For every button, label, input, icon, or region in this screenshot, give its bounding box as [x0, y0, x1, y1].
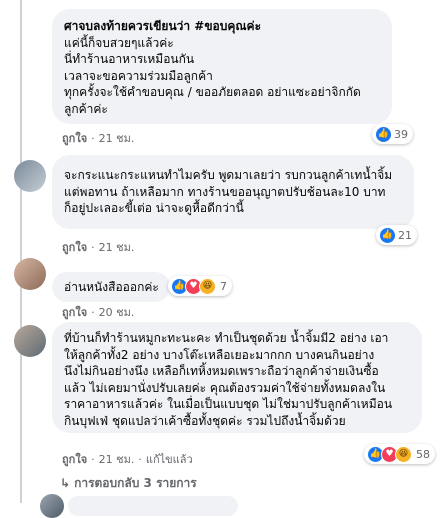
- comment-1-line-3: นี่ทำร้านอาหารเหมือนกัน: [64, 52, 195, 67]
- reaction-count: 21: [398, 228, 412, 242]
- comment-bubble-2: จะกระแนะกระแหนทำไมครับ พูดมาเลยว่า รบกวน…: [52, 155, 414, 229]
- comment-2-line-3: ก็อยู่ปะเลอะขี้เต่อ น่าจะดูหื้อดีกว่านี้: [64, 201, 244, 216]
- comment-4-line-1: ที่บ้านก็ทำร้านหมูกะทะนะคะ ทำเป็นชุดด้วย…: [64, 331, 389, 345]
- like-link[interactable]: ถูกใจ: [62, 453, 87, 466]
- comment-bubble-1: ศาจบลงท้ายควรเขียนว่า #ขอบคุณค่ะ แค่นี้ก…: [52, 9, 392, 124]
- comment-2-line-1: จะกระแนะกระแหนทำไมครับ พูดมาเลยว่า รบกวน…: [64, 168, 393, 182]
- like-reaction-icon: 👍: [379, 226, 396, 244]
- reaction-summary-1[interactable]: 👍 39: [372, 124, 413, 144]
- comment-time[interactable]: 20 ชม.: [99, 306, 135, 319]
- comment-4-line-5: ราคาอาหารแล้วค่ะ ในเมื่อเป็นแบบชุด ไม่ใช…: [64, 397, 393, 412]
- avatar[interactable]: [14, 258, 46, 290]
- comment-4-line-4: แล้ว ไม่เคยมานั่งปรับเลยค่ะ คุณต้องรวมค่…: [64, 380, 386, 395]
- haha-reaction-icon: 😆: [395, 445, 412, 463]
- avatar[interactable]: [40, 494, 64, 518]
- replies-label: การตอบกลับ 3 รายการ: [74, 476, 197, 490]
- reaction-count: 7: [220, 279, 227, 293]
- comment-time[interactable]: 21 ชม.: [99, 453, 135, 466]
- thread-line: [20, 0, 22, 503]
- view-replies-link[interactable]: ↳ การตอบกลับ 3 รายการ: [60, 474, 197, 493]
- reply-arrow-icon: ↳: [60, 476, 71, 490]
- like-link[interactable]: ถูกใจ: [62, 241, 87, 254]
- comment-3-line-1: อ่านหนังสือออกค่ะ: [64, 280, 159, 294]
- haha-reaction-icon: 😆: [199, 277, 216, 295]
- comment-bubble-4: ที่บ้านก็ทำร้านหมูกะทะนะคะ ทำเป็นชุดด้วย…: [52, 322, 422, 433]
- like-reaction-icon: 👍: [375, 125, 392, 143]
- comment-2-line-2: แต่พอทาน ถ้าเหลือมาก ทางร้านขออนุญาตปรับ…: [64, 184, 386, 199]
- comment-4-line-3: นึงไม่กินอย่างนึง เหลือก็เทหิ้งหมดเพราะถ…: [64, 364, 379, 379]
- comment-bubble-3: อ่านหนังสือออกค่ะ: [52, 272, 170, 302]
- reaction-summary-3[interactable]: 👍 ♥ 😆 7: [168, 276, 232, 296]
- avatar[interactable]: [14, 325, 46, 357]
- comment-3-meta: ถูกใจ · 20 ชม.: [62, 306, 135, 319]
- comment-1-line-5: ทุกครั้งจะใช้คำขอบคุณ / ขออภัยตลอด อย่าแ…: [64, 85, 361, 100]
- comment-4-line-2: ให้ลูกค้าทั้ง2 อย่าง บางโต๊ะเหลือเยอะมาก…: [64, 347, 375, 362]
- comment-4-meta: ถูกใจ · 21 ชม. · แก้ไขแล้ว: [62, 453, 193, 466]
- comment-1-line-6: ลูกค้าค่ะ: [64, 101, 108, 116]
- reaction-summary-2[interactable]: 👍 21: [376, 225, 417, 245]
- comment-time[interactable]: 21 ชม.: [99, 132, 135, 145]
- comment-1-meta: ถูกใจ · 21 ชม.: [62, 132, 135, 145]
- comment-2-meta: ถูกใจ · 21 ชม.: [62, 241, 135, 254]
- like-link[interactable]: ถูกใจ: [62, 132, 87, 145]
- edited-label: แก้ไขแล้ว: [145, 453, 193, 466]
- comment-bubble-cutoff: [68, 496, 238, 516]
- reaction-count: 39: [394, 127, 408, 141]
- comment-1-line-4: เวลาจะขอความร่วมมือลูกค้า: [64, 68, 213, 83]
- comment-time[interactable]: 21 ชม.: [99, 241, 135, 254]
- avatar[interactable]: [14, 160, 46, 192]
- reaction-count: 58: [416, 447, 430, 461]
- like-link[interactable]: ถูกใจ: [62, 306, 87, 319]
- comment-4-line-6: กินบุฟเฟ่ ชุดแปลว่าเค้าซื้อทั้งชุดค่ะ รว…: [64, 413, 346, 428]
- comment-1-line-2: แค่นี้ก็จบสวยๆแล้วค่ะ: [64, 35, 174, 50]
- comment-1-line-1: ศาจบลงท้ายควรเขียนว่า #ขอบคุณค่ะ: [64, 19, 262, 33]
- reaction-summary-4[interactable]: 👍 ♥ 😆 58: [364, 444, 435, 464]
